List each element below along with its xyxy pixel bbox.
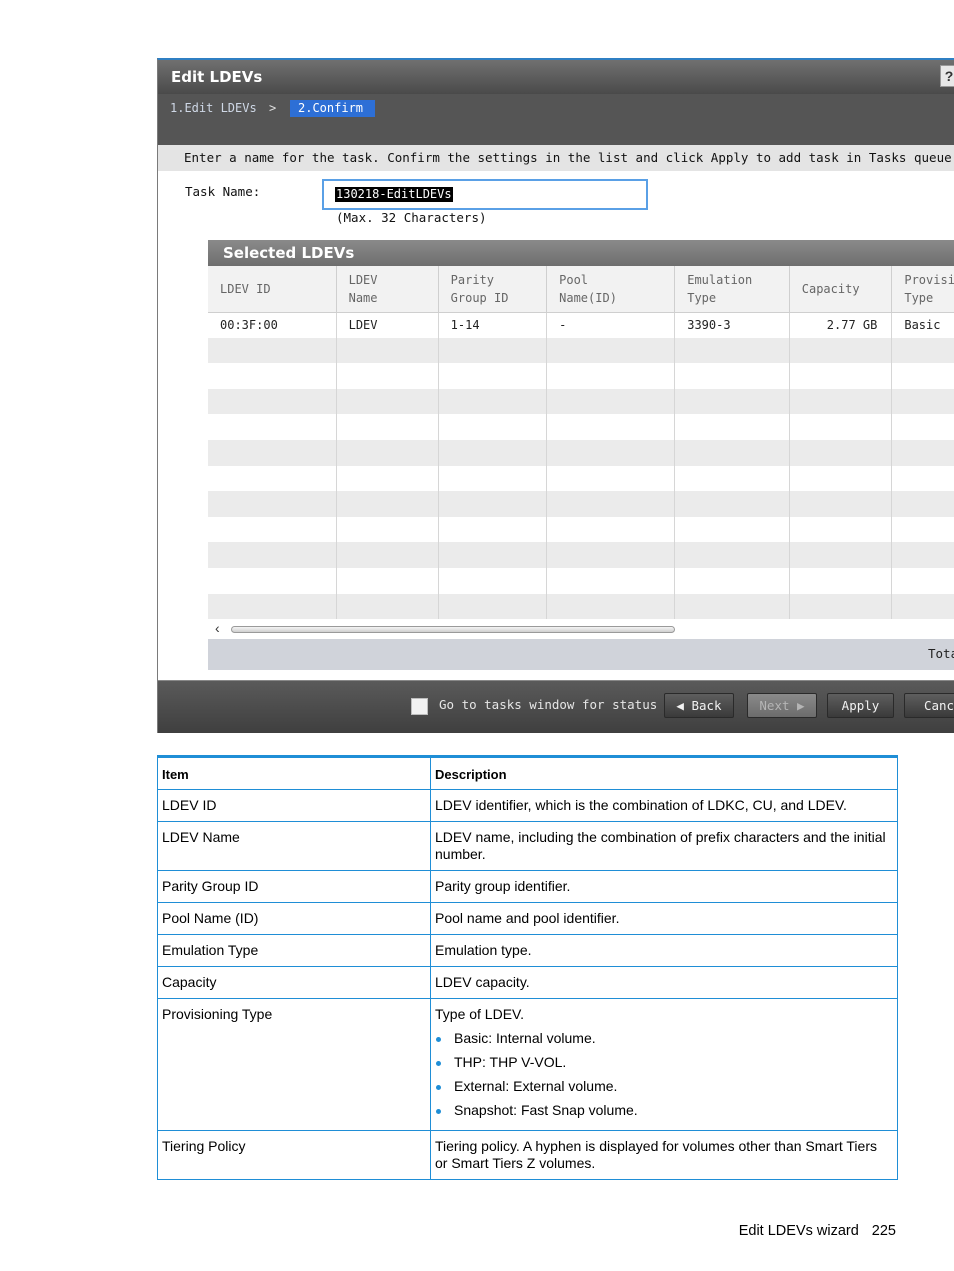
- empty-row: [208, 567, 954, 594]
- item-cell: Provisioning Type: [157, 998, 431, 1131]
- breadcrumb: 1.Edit LDEVs > 2.Confirm: [158, 94, 954, 145]
- breadcrumb-separator: >: [269, 101, 277, 115]
- table-row: Tiering Policy Tiering policy. A hyphen …: [157, 1130, 898, 1180]
- bullet-icon: [436, 1061, 441, 1066]
- cell-pool-name: -: [546, 312, 676, 338]
- selected-ldevs-table: LDEV ID LDEV Name Parity Group ID Pool Name…: [208, 266, 954, 620]
- cell-provisioning-type: Basic: [891, 312, 954, 338]
- table-header-row: Item Description: [157, 756, 898, 790]
- table-row: Pool Name (ID) Pool name and pool identi…: [157, 902, 898, 935]
- description-cell: LDEV identifier, which is the combinatio…: [430, 789, 898, 822]
- item-cell: Tiering Policy: [157, 1130, 431, 1180]
- description-cell: Emulation type.: [430, 934, 898, 967]
- empty-row: [208, 465, 954, 492]
- description-cell: Type of LDEV. Basic: Internal volume. TH…: [430, 998, 898, 1131]
- provisioning-type-list: Basic: Internal volume. THP: THP V-VOL. …: [435, 1030, 893, 1119]
- column-header-provisioning-type[interactable]: Provisi Type: [891, 266, 954, 313]
- next-arrow-icon: ▶: [789, 698, 805, 713]
- empty-row: [208, 388, 954, 415]
- task-name-label: Task Name:: [185, 184, 261, 199]
- empty-row: [208, 593, 954, 620]
- cell-ldev-id: 00:3F:00: [208, 312, 337, 338]
- field-description-table: Item Description LDEV ID LDEV identifier…: [157, 755, 898, 1180]
- horizontal-scrollbar[interactable]: ‹: [208, 619, 954, 639]
- bullet-icon: [436, 1109, 441, 1114]
- column-header-parity-group[interactable]: Parity Group ID: [438, 266, 548, 313]
- header-item: Item: [157, 756, 431, 790]
- empty-row: [208, 491, 954, 517]
- column-header-capacity[interactable]: Capacity: [789, 266, 893, 313]
- empty-row: [208, 337, 954, 364]
- task-name-value: 130218-EditLDEVs: [335, 187, 453, 202]
- empty-row: [208, 414, 954, 440]
- table-row: LDEV ID LDEV identifier, which is the co…: [157, 789, 898, 822]
- empty-row: [208, 363, 954, 389]
- empty-row: [208, 439, 954, 466]
- table-row[interactable]: 00:3F:00 LDEV 1-14 - 3390-3 2.77 GB Basi…: [208, 312, 954, 338]
- cell-parity-group: 1-14: [438, 312, 548, 338]
- item-cell: LDEV ID: [157, 789, 431, 822]
- item-cell: Parity Group ID: [157, 870, 431, 903]
- back-arrow-icon: ◀: [676, 698, 692, 713]
- bullet-icon: [436, 1085, 441, 1090]
- task-name-input[interactable]: 130218-EditLDEVs: [322, 179, 648, 210]
- description-text: Type of LDEV.: [435, 1006, 524, 1022]
- table-header-row: LDEV ID LDEV Name Parity Group ID Pool Name…: [208, 266, 954, 313]
- table-row: Emulation Type Emulation type.: [157, 934, 898, 967]
- help-icon[interactable]: ?: [940, 65, 954, 87]
- description-cell: Pool name and pool identifier.: [430, 902, 898, 935]
- description-cell: Parity group identifier.: [430, 870, 898, 903]
- table-row: Parity Group ID Parity group identifier.: [157, 870, 898, 903]
- item-cell: Pool Name (ID): [157, 902, 431, 935]
- description-cell: LDEV name, including the combination of …: [430, 821, 898, 871]
- next-button[interactable]: Next ▶: [747, 693, 817, 718]
- bullet-icon: [436, 1037, 441, 1042]
- table-row: LDEV Name LDEV name, including the combi…: [157, 821, 898, 871]
- selected-ldevs-panel: Selected LDEVs LDEV ID LDEV Name Parity Gr…: [208, 240, 954, 670]
- go-to-tasks-label[interactable]: Go to tasks window for status: [439, 697, 657, 712]
- column-header-emulation-type[interactable]: Emulation Type: [674, 266, 790, 313]
- column-header-ldev-id[interactable]: LDEV ID: [208, 266, 337, 313]
- column-header-pool-name[interactable]: Pool Name(ID): [546, 266, 676, 313]
- description-cell: Tiering policy. A hyphen is displayed fo…: [430, 1130, 898, 1180]
- table-row: Provisioning Type Type of LDEV. Basic: I…: [157, 998, 898, 1131]
- item-cell: LDEV Name: [157, 821, 431, 871]
- scrollbar-thumb[interactable]: [231, 626, 675, 633]
- edit-ldevs-window: Edit LDEVs ? 1.Edit LDEVs > 2.Confirm En…: [157, 58, 954, 733]
- total-label: Tota: [928, 646, 954, 661]
- instruction-text: Enter a name for the task. Confirm the s…: [158, 145, 954, 171]
- empty-row: [208, 516, 954, 543]
- header-description: Description: [430, 756, 898, 790]
- task-name-hint: (Max. 32 Characters): [336, 210, 487, 225]
- table-row: Capacity LDEV capacity.: [157, 966, 898, 999]
- scroll-left-icon[interactable]: ‹: [215, 620, 220, 636]
- item-cell: Emulation Type: [157, 934, 431, 967]
- apply-button[interactable]: Apply: [827, 693, 894, 718]
- breadcrumb-step-confirm[interactable]: 2.Confirm: [290, 100, 376, 117]
- total-bar: Tota: [208, 639, 954, 670]
- wizard-footer: Go to tasks window for status ◀ Back Nex…: [158, 680, 954, 733]
- cell-emulation-type: 3390-3: [674, 312, 790, 338]
- description-cell: LDEV capacity.: [430, 966, 898, 999]
- list-item: Basic: Internal volume.: [435, 1030, 893, 1047]
- list-item: Snapshot: Fast Snap volume.: [435, 1102, 893, 1119]
- item-cell: Capacity: [157, 966, 431, 999]
- column-header-ldev-name[interactable]: LDEV Name: [336, 266, 439, 313]
- window-title: Edit LDEVs: [158, 60, 954, 94]
- panel-title: Selected LDEVs: [208, 240, 954, 266]
- list-item: External: External volume.: [435, 1078, 893, 1095]
- page-footer: Edit LDEVs wizard 225: [739, 1223, 896, 1239]
- footer-section-title: Edit LDEVs wizard: [738, 1223, 859, 1239]
- empty-row: [208, 542, 954, 568]
- cell-ldev-name: LDEV: [336, 312, 439, 338]
- page-number: 225: [871, 1223, 896, 1239]
- go-to-tasks-checkbox[interactable]: [411, 698, 428, 715]
- list-item: THP: THP V-VOL.: [435, 1054, 893, 1071]
- breadcrumb-step-edit[interactable]: 1.Edit LDEVs: [170, 100, 257, 117]
- cell-capacity: 2.77 GB: [789, 312, 893, 338]
- cancel-button[interactable]: Canc: [904, 693, 954, 718]
- back-button[interactable]: ◀ Back: [664, 693, 734, 718]
